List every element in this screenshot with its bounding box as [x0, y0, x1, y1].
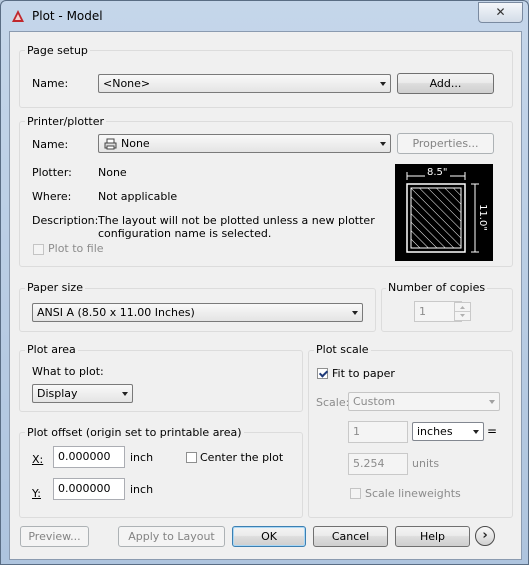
- center-plot-checkbox[interactable]: [186, 452, 197, 463]
- x-offset-input[interactable]: 0.000000: [53, 446, 125, 468]
- plot-to-file-label: Plot to file: [48, 242, 104, 255]
- scale-equals-sign: =: [487, 424, 498, 438]
- chevron-down-icon: [380, 82, 386, 86]
- fit-to-paper-checkbox[interactable]: [317, 368, 328, 379]
- window-title: Plot - Model: [32, 9, 103, 23]
- paper-size-combo[interactable]: ANSI A (8.50 x 11.00 Inches): [32, 303, 363, 322]
- copies-value: 1: [419, 305, 426, 318]
- copies-spinner[interactable]: [454, 302, 471, 321]
- chevron-right-icon: ›: [482, 528, 488, 543]
- scale-denominator-value: 5.254: [353, 457, 385, 470]
- copies-title: Number of copies: [386, 281, 488, 294]
- scale-denominator-unit: units: [412, 457, 440, 470]
- x-offset-value: 0.000000: [58, 450, 111, 463]
- chevron-down-icon: [489, 400, 495, 404]
- plotter-value: None: [98, 166, 127, 179]
- y-offset-input[interactable]: 0.000000: [53, 478, 125, 500]
- plot-offset-group: [19, 432, 303, 518]
- printer-plotter-title: Printer/plotter: [25, 115, 106, 128]
- center-plot-label: Center the plot: [200, 451, 284, 464]
- where-label: Where:: [32, 190, 72, 203]
- plot-offset-title: Plot offset (origin set to printable are…: [25, 426, 244, 439]
- description-label: Description:: [32, 214, 99, 227]
- description-line1: The layout will not be plotted unless a …: [98, 214, 375, 227]
- where-value: Not applicable: [98, 190, 178, 203]
- scale-value: Custom: [353, 395, 396, 408]
- ok-button[interactable]: OK: [232, 526, 306, 547]
- paper-preview: 8.5" 11.0": [395, 164, 493, 261]
- preview-width-label: 8.5": [425, 167, 450, 178]
- chevron-down-icon: [122, 392, 128, 396]
- paper-size-value: ANSI A (8.50 x 11.00 Inches): [37, 306, 195, 319]
- chevron-down-icon: [380, 142, 386, 146]
- help-button[interactable]: Help: [395, 526, 470, 547]
- apply-to-layout-button[interactable]: Apply to Layout: [118, 526, 225, 547]
- page-setup-name-combo[interactable]: <None>: [98, 74, 391, 93]
- plot-to-file-checkbox[interactable]: [33, 244, 44, 255]
- plot-scale-title: Plot scale: [314, 343, 371, 356]
- y-offset-unit: inch: [130, 483, 154, 496]
- close-icon: ✕: [495, 5, 506, 19]
- add-page-setup-button[interactable]: Add...: [397, 73, 494, 94]
- x-offset-label: X:: [32, 453, 44, 466]
- printer-name-value: None: [121, 137, 150, 150]
- preview-button[interactable]: Preview...: [20, 526, 89, 547]
- preview-height-label: 11.0": [476, 204, 488, 231]
- chevron-down-icon: [352, 311, 358, 315]
- scale-numerator-input[interactable]: 1: [348, 421, 408, 443]
- dialog-client-area: Page setup Name: <None> Add... Printer/p…: [9, 31, 522, 560]
- scale-combo[interactable]: Custom: [348, 392, 500, 411]
- plot-area-title: Plot area: [25, 343, 78, 356]
- scale-unit-value: inches: [417, 425, 453, 438]
- y-offset-value: 0.000000: [58, 482, 111, 495]
- scale-numerator-value: 1: [353, 425, 360, 438]
- page-setup-name-label: Name:: [32, 77, 69, 90]
- plotter-label: Plotter:: [32, 166, 72, 179]
- what-to-plot-combo[interactable]: Display: [32, 384, 133, 403]
- x-offset-unit: inch: [130, 451, 154, 464]
- printer-icon: [104, 138, 117, 150]
- description-line2: configuration name is selected.: [98, 227, 272, 240]
- page-setup-title: Page setup: [25, 44, 90, 57]
- fit-to-paper-label: Fit to paper: [332, 367, 395, 380]
- more-options-button[interactable]: ›: [475, 526, 495, 546]
- cancel-button[interactable]: Cancel: [313, 526, 388, 547]
- y-offset-label: Y:: [32, 487, 41, 500]
- scale-lineweights-checkbox[interactable]: [350, 488, 361, 499]
- scale-label: Scale:: [316, 396, 350, 409]
- scale-denominator-input[interactable]: 5.254: [348, 453, 408, 475]
- plot-dialog-window: Plot - Model ✕ Page setup Name: <None> A…: [0, 0, 529, 565]
- paper-size-title: Paper size: [25, 281, 85, 294]
- printer-name-label: Name:: [32, 138, 69, 151]
- page-setup-name-value: <None>: [103, 77, 151, 90]
- properties-button[interactable]: Properties...: [397, 133, 494, 154]
- scale-lineweights-label: Scale lineweights: [365, 487, 461, 500]
- autocad-app-icon: [12, 10, 24, 22]
- close-button[interactable]: ✕: [478, 2, 523, 23]
- scale-unit-combo[interactable]: inches: [412, 422, 484, 441]
- printer-name-combo[interactable]: None: [98, 134, 391, 153]
- what-to-plot-value: Display: [37, 387, 78, 400]
- what-to-plot-label: What to plot:: [32, 365, 104, 378]
- spinner-arrows-icon: [455, 306, 470, 317]
- title-bar[interactable]: Plot - Model ✕: [1, 1, 528, 31]
- chevron-down-icon: [473, 430, 479, 434]
